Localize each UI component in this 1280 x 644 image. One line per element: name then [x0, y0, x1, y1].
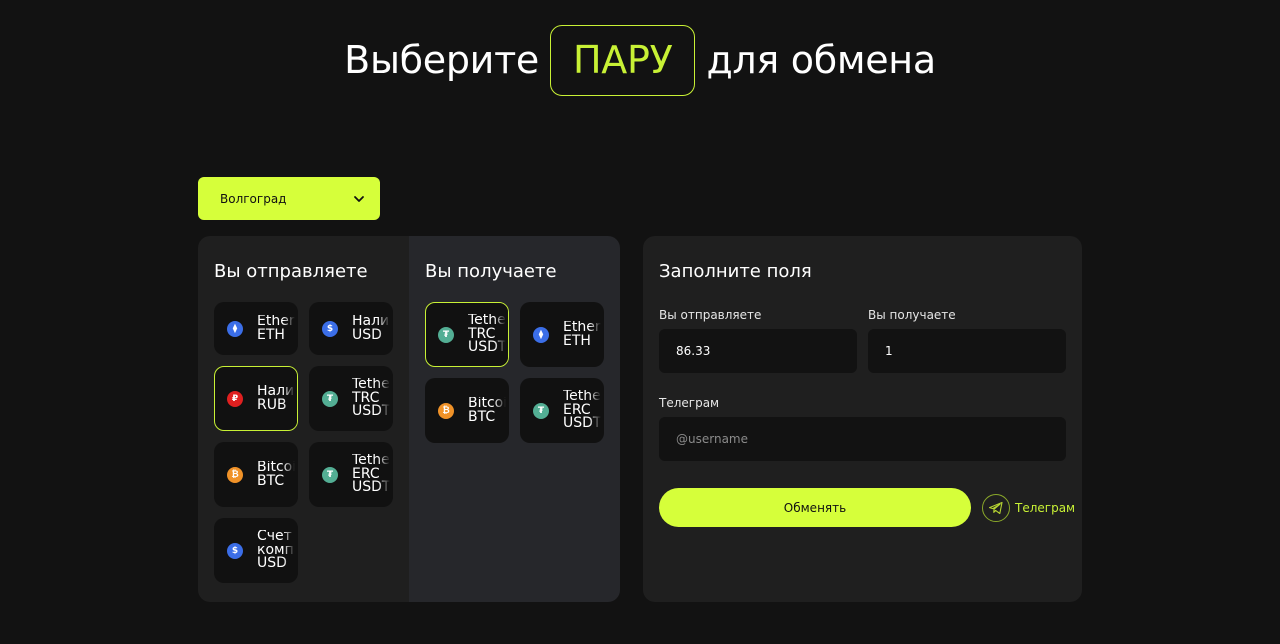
- bitcoin-icon: ₿: [438, 402, 454, 419]
- send-currency-cash-usd[interactable]: $ Наличные USD: [309, 302, 393, 355]
- heading-accent-badge: ПАРУ: [550, 24, 696, 96]
- receive-amount-label: Вы получаете: [868, 308, 956, 322]
- city-select-value: Волгоград: [220, 191, 287, 206]
- city-select[interactable]: Волгоград: [198, 177, 380, 220]
- telegram-label: Телеграм: [659, 396, 720, 410]
- exchange-form: Заполните поля Вы отправляете Вы получае…: [643, 236, 1082, 602]
- tether-icon: ₮: [322, 390, 338, 407]
- send-currency-eth[interactable]: ⧫ Ethereum ETH: [214, 302, 298, 355]
- ruble-icon: ₽: [227, 390, 243, 407]
- send-currency-grid: ⧫ Ethereum ETH $ Наличные USD ₽ Наличные…: [214, 302, 393, 583]
- receive-currency-usdt-erc[interactable]: ₮ Tether ERC USDT: [520, 378, 604, 443]
- currency-label: Tether TRC USDT: [468, 314, 508, 355]
- send-currency-cash-rub[interactable]: ₽ Наличные RUB: [214, 366, 298, 431]
- currency-label: Tether ERC USDT: [352, 454, 392, 495]
- currency-label: Наличные RUB: [257, 385, 297, 412]
- currency-label: Bitcoin BTC: [257, 461, 297, 488]
- chevron-down-icon: [354, 195, 364, 202]
- exchange-button[interactable]: Обменять: [659, 488, 971, 527]
- currency-selector: Вы отправляете ⧫ Ethereum ETH $ Наличные…: [198, 236, 620, 602]
- dollar-icon: $: [227, 542, 243, 559]
- currency-label: Счет компании USD: [257, 530, 297, 571]
- currency-label: Bitcoin BTC: [468, 397, 508, 424]
- ethereum-icon: ⧫: [227, 320, 243, 337]
- send-amount-input[interactable]: [659, 329, 857, 373]
- currency-label: Наличные USD: [352, 315, 392, 342]
- tether-icon: ₮: [533, 402, 549, 419]
- receive-column-title: Вы получаете: [425, 261, 557, 282]
- receive-currency-grid: ₮ Tether TRC USDT ⧫ Ethereum ETH ₿ Bitco…: [425, 302, 604, 443]
- receive-currency-btc[interactable]: ₿ Bitcoin BTC: [425, 378, 509, 443]
- currency-label: Ethereum ETH: [563, 321, 603, 348]
- currency-label: Ethereum ETH: [257, 315, 297, 342]
- page-heading: Выберите ПАРУ для обмена: [0, 24, 1280, 96]
- receive-currency-eth[interactable]: ⧫ Ethereum ETH: [520, 302, 604, 367]
- telegram-username-input[interactable]: [659, 417, 1066, 461]
- currency-label: Tether TRC USDT: [352, 378, 392, 419]
- ethereum-icon: ⧫: [533, 326, 549, 343]
- telegram-link[interactable]: Телеграм: [982, 493, 1075, 522]
- dollar-icon: $: [322, 320, 338, 337]
- send-amount-label: Вы отправляете: [659, 308, 762, 322]
- bitcoin-icon: ₿: [227, 466, 243, 483]
- tether-icon: ₮: [322, 466, 338, 483]
- telegram-link-label: Телеграм: [1015, 500, 1076, 515]
- send-currency-usdt-trc[interactable]: ₮ Tether TRC USDT: [309, 366, 393, 431]
- heading-text-after: для обмена: [706, 38, 936, 82]
- send-column: Вы отправляете ⧫ Ethereum ETH $ Наличные…: [198, 236, 409, 602]
- heading-text-before: Выберите: [344, 38, 539, 82]
- currency-label: Tether ERC USDT: [563, 390, 603, 431]
- send-column-title: Вы отправляете: [214, 261, 368, 282]
- receive-column: Вы получаете ₮ Tether TRC USDT ⧫ Ethereu…: [409, 236, 620, 602]
- receive-currency-usdt-trc[interactable]: ₮ Tether TRC USDT: [425, 302, 509, 367]
- send-currency-usdt-erc[interactable]: ₮ Tether ERC USDT: [309, 442, 393, 507]
- send-currency-btc[interactable]: ₿ Bitcoin BTC: [214, 442, 298, 507]
- receive-amount-input[interactable]: [868, 329, 1066, 373]
- form-title: Заполните поля: [659, 261, 812, 282]
- telegram-icon: [982, 493, 1010, 522]
- tether-icon: ₮: [438, 326, 454, 343]
- send-currency-company-usd[interactable]: $ Счет компании USD: [214, 518, 298, 583]
- page: Выберите ПАРУ для обмена Волгоград Вы от…: [0, 0, 1280, 644]
